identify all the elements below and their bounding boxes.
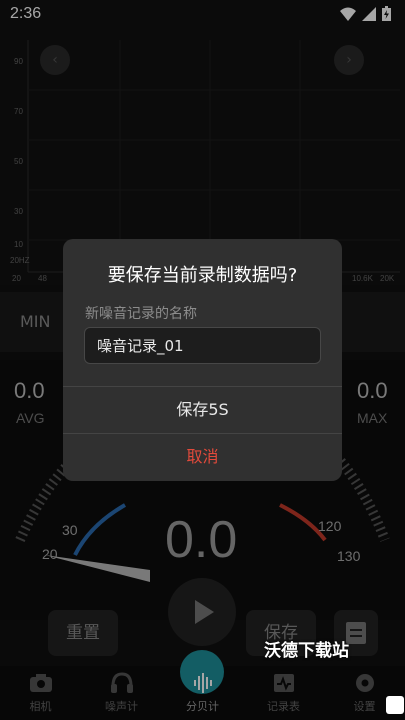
watermark-logo bbox=[386, 696, 404, 714]
save-confirm-button[interactable]: 保存5S bbox=[63, 387, 342, 433]
watermark: 沃德下载站 bbox=[264, 641, 349, 661]
save-dialog: 要保存当前录制数据吗? 新噪音记录的名称 保存5S 取消 bbox=[63, 239, 342, 481]
record-name-input[interactable] bbox=[84, 327, 321, 364]
cancel-button[interactable]: 取消 bbox=[63, 434, 342, 480]
dialog-subtitle: 新噪音记录的名称 bbox=[85, 306, 197, 322]
dialog-title: 要保存当前录制数据吗? bbox=[107, 265, 298, 286]
